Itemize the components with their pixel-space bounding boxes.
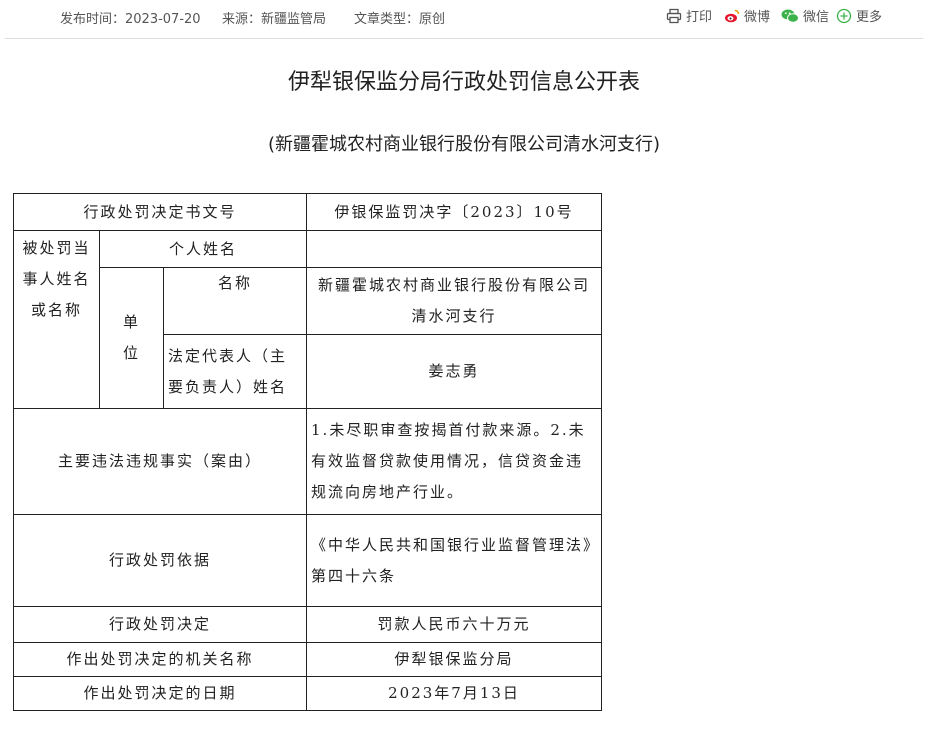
legal-rep-label: 法定代表人（主要负责人）姓名 [162, 334, 308, 409]
table-row: 行政处罚依据 《中华人民共和国银行业监督管理法》第四十六条 [12, 514, 603, 607]
doc-no-value: 伊银保监罚决字〔2023〕10号 [306, 193, 603, 231]
wechat-share-button[interactable]: 微信 [781, 6, 829, 25]
person-value [306, 230, 603, 268]
article-meta-bar: 发布时间：2023-07-20 来源：新疆监管局 文章类型：原创 打印 微博 微… [0, 0, 939, 34]
article-type: 文章类型：原创 [354, 12, 446, 27]
article-source: 来源：新疆监管局 [222, 12, 327, 27]
wechat-icon [781, 9, 799, 23]
table-row: 行政处罚决定书文号 伊银保监罚决字〔2023〕10号 [12, 193, 603, 231]
publish-date: 发布时间：2023-07-20 [60, 12, 201, 27]
weibo-icon [725, 9, 740, 22]
authority-value: 伊犁银保监分局 [306, 642, 603, 677]
doc-no-label: 行政处罚决定书文号 [12, 193, 308, 231]
authority-label: 作出处罚决定的机关名称 [12, 642, 308, 677]
page-subtitle: (新疆霍城农村商业银行股份有限公司清水河支行) [267, 134, 661, 155]
table-row: 作出处罚决定的机关名称 伊犁银保监分局 [12, 642, 603, 677]
unit-name-value: 新疆霍城农村商业银行股份有限公司清水河支行 [306, 267, 603, 335]
table-row: 被处罚当事人姓名或名称 个人姓名 [13, 230, 603, 409]
weibo-label: 微博 [744, 10, 771, 25]
party-label: 被处罚当事人姓名或名称 [13, 230, 100, 409]
legal-rep-value: 姜志勇 [306, 334, 603, 409]
unit-label: 单位 [99, 267, 164, 409]
print-button[interactable]: 打印 [666, 6, 712, 25]
table-row: 行政处罚决定 罚款人民币六十万元 [12, 606, 603, 643]
decision-label: 行政处罚决定 [12, 606, 308, 643]
table-row: 作出处罚决定的日期 2023年7月13日 [12, 676, 603, 711]
more-label: 更多 [856, 10, 883, 25]
penalty-info-table: 行政处罚决定书文号 伊银保监罚决字〔2023〕10号 被处罚当事人姓名或名称 个… [12, 193, 603, 711]
plus-circle-icon [836, 8, 852, 23]
facts-value: 1.未尽职审查按揭首付款来源。2.未有效监督贷款使用情况，信贷资金违规流向房地产… [306, 408, 603, 515]
table-row: 主要违法违规事实（案由） 1.未尽职审查按揭首付款来源。2.未有效监督贷款使用情… [12, 408, 603, 515]
page-title: 伊犁银保监分局行政处罚信息公开表 [287, 70, 640, 95]
table-row: 单位 名称 新疆霍城农村商业银行股份有限公司清水河支行 [14, 267, 603, 409]
unit-name-label: 名称 [162, 267, 308, 335]
header-divider [5, 38, 923, 39]
decision-value: 罚款人民币六十万元 [306, 606, 603, 643]
person-label: 个人姓名 [98, 230, 308, 268]
basis-value: 《中华人民共和国银行业监督管理法》第四十六条 [306, 514, 603, 607]
weibo-share-button[interactable]: 微博 [724, 6, 770, 25]
wechat-label: 微信 [803, 10, 830, 25]
printer-icon [666, 8, 682, 23]
print-label: 打印 [686, 10, 713, 25]
more-share-button[interactable]: 更多 [836, 6, 882, 25]
decision-date-label: 作出处罚决定的日期 [12, 676, 308, 711]
basis-label: 行政处罚依据 [12, 514, 308, 607]
decision-date-value: 2023年7月13日 [306, 676, 603, 711]
facts-label: 主要违法违规事实（案由） [12, 408, 308, 515]
